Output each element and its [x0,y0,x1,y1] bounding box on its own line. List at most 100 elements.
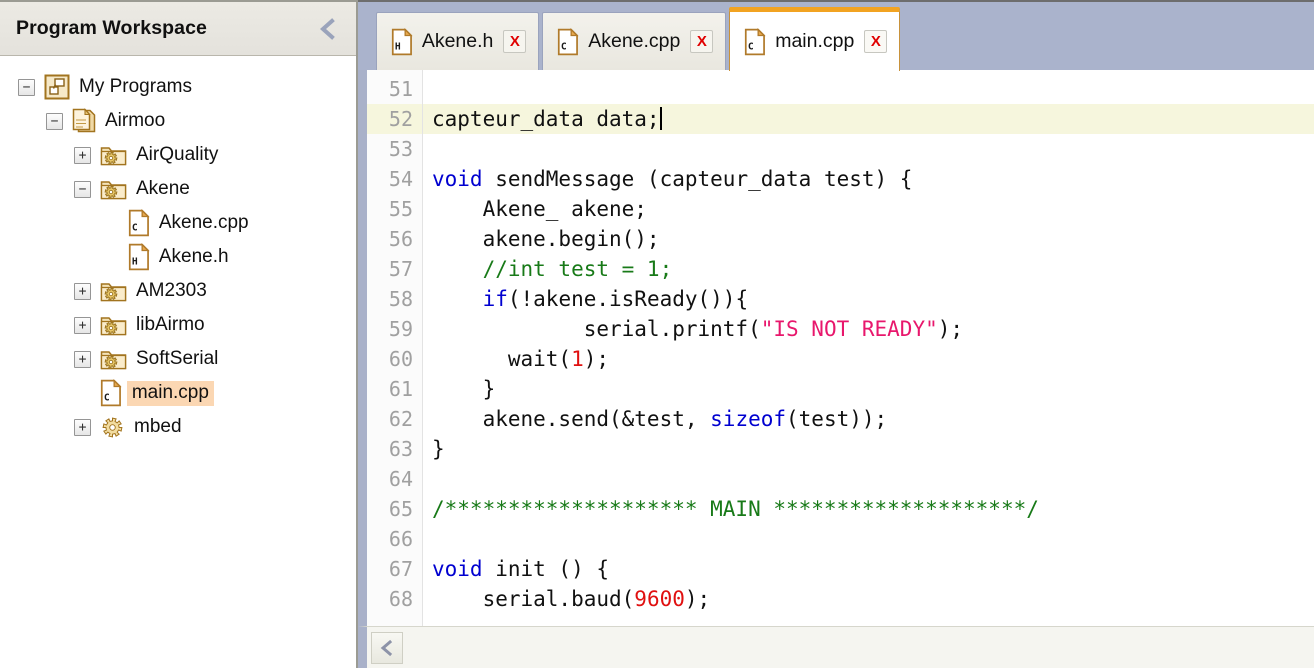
code-line[interactable]: //int test = 1; [423,254,1314,284]
line-number: 65 [388,497,413,521]
code-line[interactable]: akene.send(&test, sizeof(test)); [423,404,1314,434]
line-number: 59 [388,317,413,341]
ide-window: Program Workspace − My Programs − Airmoo + Ai… [0,0,1314,668]
tree-item-my-programs[interactable]: − My Programs [0,70,356,104]
expand-toggle-icon[interactable]: + [74,282,91,300]
line-number: 60 [388,347,413,371]
scroll-left-button[interactable] [371,631,403,664]
h-file-icon: H [391,27,413,56]
tree-item-label: Akene [136,178,190,199]
cpp-file-icon: C [128,209,150,237]
tree-item-akene-h[interactable]: H Akene.h [0,240,356,274]
code-token: serial.printf( [432,317,761,341]
chevron-left-icon[interactable] [316,16,340,42]
code-token: sendMessage (capteur_data test) { [482,167,913,191]
tree-item-am2303[interactable]: + AM2303 [0,274,356,308]
expand-toggle-icon[interactable]: + [74,316,91,334]
code-line[interactable]: capteur_data data; [423,104,1314,134]
tree-item-airquality[interactable]: + AirQuality [0,138,356,172]
code-line[interactable]: /******************** MAIN *************… [423,494,1314,524]
code-scroll-region: 51 52 53 54 55 56 57 58 59 60 61 62 63 64 65 66 67 68 cap… [358,70,1314,626]
library-icon [100,279,127,303]
tree-item-label: SoftSerial [136,348,219,369]
expand-toggle-icon[interactable]: + [74,418,91,436]
code-line[interactable]: wait(1); [423,344,1314,374]
code-token: (!akene.isReady()){ [507,287,749,311]
line-number: 51 [388,77,413,101]
code-line[interactable] [423,464,1314,494]
code-line[interactable] [423,74,1314,104]
tree-item-label: main.cpp [126,380,214,406]
code-token: (test)); [786,407,888,431]
code-line[interactable] [423,524,1314,554]
close-icon[interactable]: X [690,30,714,53]
line-number: 52 [367,104,422,134]
code-token: ); [583,347,610,371]
code-line[interactable]: serial.baud(9600); [423,584,1314,614]
programs-icon [44,74,70,100]
code-token: void [432,167,483,191]
line-number: 53 [388,137,413,161]
expand-toggle-icon[interactable]: + [74,350,91,368]
tree-item-label: Airmoo [105,110,166,131]
tree-item-label: mbed [134,416,182,437]
code-token: "IS NOT READY" [760,317,938,341]
code-line[interactable]: } [423,434,1314,464]
code-token: ); [937,317,964,341]
svg-text:C: C [748,41,754,52]
code-lines[interactable]: capteur_data data; void sendMessage (cap… [423,70,1314,626]
close-icon[interactable]: X [864,30,888,53]
code-line[interactable]: } [423,374,1314,404]
h-file-icon: H [128,243,150,271]
tree-item-akene-cpp[interactable]: C Akene.cpp [0,206,356,240]
cpp-file-icon: C [744,27,767,56]
collapse-toggle-icon[interactable]: − [46,112,63,130]
program-icon [72,108,96,134]
code-line[interactable]: serial.printf("IS NOT READY"); [423,314,1314,344]
code-editor-pane: H Akene.h X C Akene.cpp X Cmain.cpp X 51 52 53 54 5… [358,0,1314,668]
code-token: } [432,437,445,461]
workspace-title: Program Workspace [16,17,207,39]
code-area[interactable]: 51 52 53 54 55 56 57 58 59 60 61 62 63 64 65 66 67 68 cap… [367,70,1314,626]
toggle-spacer [74,385,91,402]
editor-tab-bar[interactable]: H Akene.h X C Akene.cpp X Cmain.cpp X [358,2,1314,71]
line-number: 61 [388,377,413,401]
expand-toggle-icon[interactable]: + [74,146,91,164]
line-number: 63 [388,437,413,461]
tab-label: Akene.cpp [588,30,681,52]
code-line[interactable]: void sendMessage (capteur_data test) { [423,164,1314,194]
tree-item-airmoo[interactable]: − Airmoo [0,104,356,138]
horizontal-scrollbar[interactable] [358,626,1314,668]
collapse-toggle-icon[interactable]: − [18,78,35,96]
tab-akene-cpp[interactable]: C Akene.cpp X [542,12,727,70]
text-cursor [659,107,662,130]
close-icon[interactable]: X [503,30,527,53]
code-line[interactable] [423,134,1314,164]
tab-main-cpp[interactable]: Cmain.cpp X [729,7,901,71]
tree-item-akene[interactable]: − Akene [0,172,356,206]
code-line[interactable]: Akene_ akene; [423,194,1314,224]
code-token: void [432,557,483,581]
toggle-spacer [102,249,119,266]
code-token: ); [684,587,711,611]
tree-item-mbed[interactable]: + mbed [0,410,356,444]
line-number: 66 [388,527,413,551]
tree-item-label: AM2303 [136,280,207,301]
project-tree[interactable]: − My Programs − Airmoo + AirQuality − Akene C Ake… [0,56,356,668]
tree-item-libairmo[interactable]: + libAirmo [0,308,356,342]
tab-akene-h[interactable]: H Akene.h X [376,12,540,70]
tree-item-softserial[interactable]: + SoftSerial [0,342,356,376]
code-line[interactable]: if(!akene.isReady()){ [423,284,1314,314]
code-token: init () { [482,557,610,581]
code-token: serial.baud( [432,587,635,611]
library-icon [100,347,127,371]
collapse-toggle-icon[interactable]: − [74,180,91,198]
code-token: /******************** MAIN *************… [432,497,1039,521]
line-number-gutter: 51 52 53 54 55 56 57 58 59 60 61 62 63 64 65 66 67 68 [367,70,423,626]
code-token: sizeof [710,407,787,431]
code-line[interactable]: akene.begin(); [423,224,1314,254]
code-token: //int test = 1; [432,257,673,281]
tree-item-main-cpp[interactable]: Cmain.cpp [0,376,356,410]
code-token: 9600 [634,587,685,611]
code-line[interactable]: void init () { [423,554,1314,584]
